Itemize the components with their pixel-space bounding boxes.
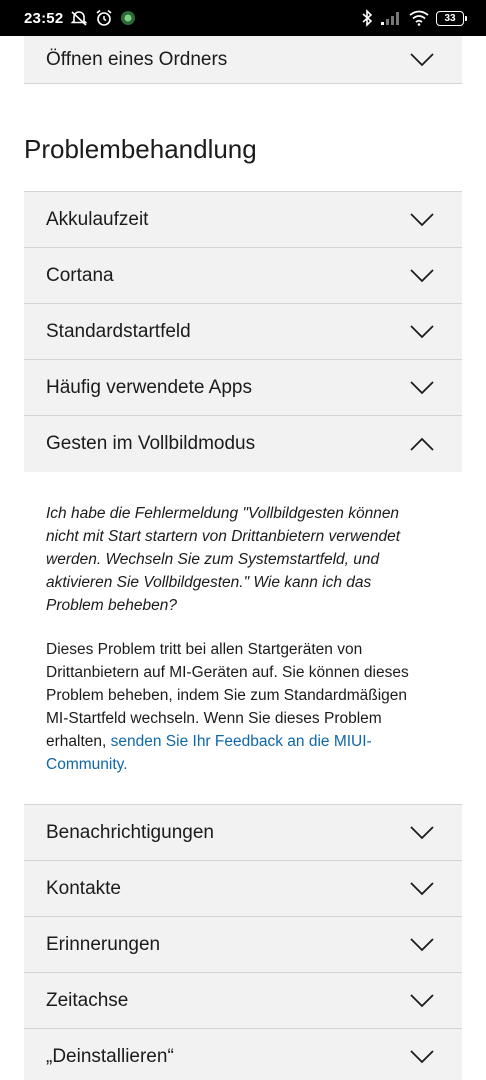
accordion-item-default-launcher[interactable]: Standardstartfeld bbox=[24, 304, 462, 360]
accordion-item-label: Cortana bbox=[46, 264, 114, 286]
chevron-down-icon bbox=[410, 324, 434, 338]
section-title: Problembehandlung bbox=[24, 134, 257, 164]
status-time: 23:52 bbox=[24, 9, 64, 27]
accordion-item-notifications[interactable]: Benachrichtigungen bbox=[24, 805, 462, 861]
status-bar: 23:52 33 bbox=[0, 0, 486, 36]
accordion-item-label: Zeitachse bbox=[46, 989, 129, 1011]
accordion-item-label: Gesten im Vollbildmodus bbox=[46, 433, 256, 454]
faq-question: Ich habe die Fehlermeldung "Vollbildgest… bbox=[46, 505, 401, 614]
accordion-item-label: Öffnen eines Ordners bbox=[46, 48, 228, 70]
accordion-item-frequent-apps[interactable]: Häufig verwendete Apps bbox=[24, 360, 462, 416]
accordion-item-label: Akkulaufzeit bbox=[46, 208, 149, 230]
chevron-down-icon bbox=[410, 52, 434, 66]
accordion-item-label: Häufig verwendete Apps bbox=[46, 376, 252, 398]
battery-icon: 33 bbox=[436, 10, 467, 26]
accordion-item-label: Kontakte bbox=[46, 877, 121, 899]
chevron-down-icon bbox=[410, 937, 434, 951]
accordion-item-cortana[interactable]: Cortana bbox=[24, 248, 462, 304]
accordion-item-uninstall[interactable]: „Deinstallieren“ bbox=[24, 1029, 462, 1080]
chevron-down-icon bbox=[410, 212, 434, 226]
accordion-panel-fullscreen-gestures: Ich habe die Fehlermeldung "Vollbildgest… bbox=[24, 472, 462, 805]
accordion-item-label: Standardstartfeld bbox=[46, 320, 191, 342]
accordion-item-timeline[interactable]: Zeitachse bbox=[24, 973, 462, 1029]
accordion-item-label: „Deinstallieren“ bbox=[46, 1045, 174, 1067]
chevron-down-icon bbox=[410, 825, 434, 839]
chevron-down-icon bbox=[410, 380, 434, 394]
accordion-item-open-folder[interactable]: Öffnen eines Ordners bbox=[24, 36, 462, 84]
app-notification-icon bbox=[120, 10, 136, 26]
chevron-down-icon bbox=[410, 268, 434, 282]
accordion-item-label: Erinnerungen bbox=[46, 933, 161, 955]
accordion-item-contacts[interactable]: Kontakte bbox=[24, 861, 462, 917]
accordion-item-battery-life[interactable]: Akkulaufzeit bbox=[24, 192, 462, 248]
accordion-item-reminders[interactable]: Erinnerungen bbox=[24, 917, 462, 973]
chevron-down-icon bbox=[410, 1049, 434, 1063]
chevron-down-icon bbox=[410, 881, 434, 895]
chevron-up-icon bbox=[410, 437, 434, 451]
bluetooth-icon bbox=[361, 9, 373, 27]
accordion-item-fullscreen-gestures[interactable]: Gesten im Vollbildmodus bbox=[24, 416, 462, 472]
mute-icon bbox=[70, 10, 88, 26]
accordion-item-label: Benachrichtigungen bbox=[46, 821, 214, 843]
alarm-icon bbox=[95, 9, 113, 27]
troubleshooting-accordion: Akkulaufzeit Cortana Standardstartfeld H… bbox=[24, 191, 462, 1080]
signal-icon bbox=[380, 10, 402, 26]
faq-answer: Dieses Problem tritt bei allen Startgerä… bbox=[46, 638, 418, 776]
chevron-down-icon bbox=[410, 993, 434, 1007]
wifi-icon bbox=[409, 10, 429, 26]
page-content: Öffnen eines Ordners Problembehandlung A… bbox=[0, 36, 486, 1080]
